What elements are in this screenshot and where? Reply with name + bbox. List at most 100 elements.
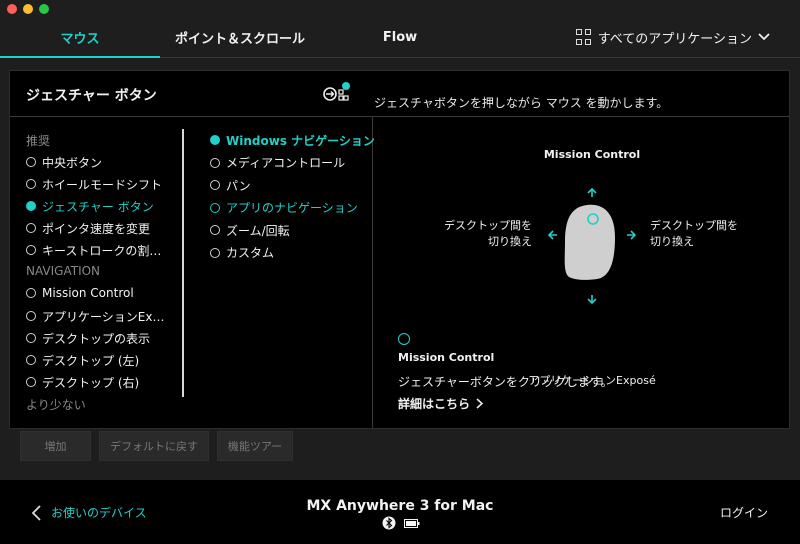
radio-icon bbox=[26, 377, 36, 387]
radio-icon bbox=[26, 245, 36, 255]
list-item-label: デスクトップの表示 bbox=[42, 331, 151, 346]
mode-pan[interactable]: パン bbox=[210, 174, 375, 197]
mode-label: アプリのナビゲーション bbox=[226, 201, 358, 216]
arrow-down-icon bbox=[587, 295, 597, 305]
device-status-icons bbox=[382, 516, 420, 530]
radio-selected-icon bbox=[210, 135, 220, 146]
tab-mouse[interactable]: マウス bbox=[0, 16, 160, 58]
list-item-label: ポインタ速度を変更 bbox=[42, 221, 151, 236]
mode-label: カスタム bbox=[226, 246, 275, 261]
arrow-right-icon bbox=[627, 230, 637, 240]
list-item-pointer-speed[interactable]: ポインタ速度を変更 bbox=[26, 217, 186, 239]
chevron-down-icon bbox=[758, 33, 770, 41]
restore-defaults-button[interactable]: デフォルトに戻す bbox=[99, 431, 209, 461]
list-item-label: キーストロークの割… bbox=[42, 243, 162, 258]
feature-tour-button[interactable]: 機能ツアー bbox=[217, 431, 293, 461]
mode-label: パン bbox=[226, 178, 251, 193]
gesture-button-icon bbox=[323, 82, 350, 101]
mode-app-navigation[interactable]: アプリのナビゲーション bbox=[210, 197, 375, 220]
radio-icon bbox=[210, 225, 220, 236]
login-link[interactable]: ログイン bbox=[720, 504, 768, 521]
device-name: MX Anywhere 3 for Mac bbox=[306, 498, 494, 514]
radio-icon bbox=[210, 202, 220, 213]
radio-icon bbox=[210, 247, 220, 258]
list-item-desktop-right[interactable]: デスクトップ (右) bbox=[26, 371, 186, 393]
gesture-right-label: デスクトップ間を 切り換え bbox=[650, 218, 770, 250]
list-item-label: アプリケーションEx… bbox=[42, 309, 165, 324]
battery-icon bbox=[404, 518, 420, 528]
radio-icon bbox=[210, 157, 220, 168]
zoom-window-button[interactable] bbox=[39, 4, 49, 14]
list-item-label: ホイールモードシフト bbox=[42, 177, 163, 192]
learn-more-label: 詳細はこちら bbox=[398, 397, 471, 411]
list-item-app-expose[interactable]: アプリケーションEx… bbox=[26, 305, 186, 327]
mode-label: Windows ナビゲーション bbox=[226, 133, 375, 148]
gesture-left-label: デスクトップ間を 切り換え bbox=[412, 218, 532, 250]
active-tab-indicator bbox=[0, 56, 160, 58]
window-controls bbox=[7, 4, 49, 14]
list-item-keystroke-assignment[interactable]: キーストロークの割… bbox=[26, 239, 186, 261]
gesture-left-label-line1: デスクトップ間を bbox=[444, 219, 532, 232]
mode-label: メディアコントロール bbox=[226, 156, 346, 171]
radio-icon bbox=[26, 311, 36, 321]
mouse-illustration bbox=[547, 187, 637, 305]
footer-bar: お使いのデバイス MX Anywhere 3 for Mac ログイン bbox=[0, 480, 800, 544]
mode-custom[interactable]: カスタム bbox=[210, 242, 375, 265]
button-assignment-panel: ジェスチャー ボタン ジェスチャボタンを押しながら マウス を動かします。 推奨… bbox=[9, 70, 790, 429]
list-scrollbar[interactable] bbox=[182, 129, 184, 397]
list-item-label: 中央ボタン bbox=[42, 155, 103, 170]
list-item-desktop-left[interactable]: デスクトップ (左) bbox=[26, 349, 186, 371]
list-item-show-desktop[interactable]: デスクトップの表示 bbox=[26, 327, 186, 349]
mode-zoom-rotate[interactable]: ズーム/回転 bbox=[210, 219, 375, 242]
section-label-navigation: NAVIGATION bbox=[26, 264, 101, 278]
radio-icon bbox=[26, 355, 36, 365]
list-item-mission-control[interactable]: Mission Control bbox=[26, 281, 186, 305]
gesture-up-label: Mission Control bbox=[543, 148, 641, 161]
grid-icon bbox=[575, 29, 592, 45]
list-item-label: ジェスチャー ボタン bbox=[42, 199, 154, 214]
panel-header: ジェスチャー ボタン ジェスチャボタンを押しながら マウス を動かします。 bbox=[10, 71, 789, 117]
list-item-gesture-button[interactable]: ジェスチャー ボタン bbox=[26, 195, 186, 217]
click-action-title: Mission Control bbox=[398, 351, 495, 364]
show-less-link[interactable]: より少ない bbox=[26, 395, 186, 415]
mode-windows-navigation[interactable]: Windows ナビゲーション bbox=[210, 129, 375, 152]
bluetooth-icon bbox=[382, 516, 396, 530]
action-category-list: 推奨 中央ボタン ホイールモードシフト ジェスチャー ボタン ポインタ速度を変更… bbox=[26, 131, 186, 415]
arrow-left-icon bbox=[547, 230, 557, 240]
add-button[interactable]: 増加 bbox=[20, 431, 91, 461]
chevron-right-icon bbox=[476, 398, 484, 409]
click-action-description: ジェスチャーボタンをクリックします。 bbox=[398, 375, 613, 389]
radio-icon bbox=[26, 288, 36, 298]
panel-title: ジェスチャー ボタン bbox=[26, 88, 157, 104]
top-tab-bar: マウス ポイント＆スクロール Flow すべてのアプリケーション bbox=[0, 16, 800, 58]
radio-icon bbox=[210, 180, 220, 191]
application-selector[interactable]: すべてのアプリケーション bbox=[575, 16, 770, 58]
gesture-right-label-line1: デスクトップ間を bbox=[650, 219, 738, 232]
learn-more-link[interactable]: 詳細はこちら bbox=[398, 395, 484, 412]
radio-icon bbox=[26, 179, 36, 189]
close-window-button[interactable] bbox=[7, 4, 17, 14]
section-label-recommended: 推奨 bbox=[26, 134, 51, 148]
panel-description: ジェスチャボタンを押しながら マウス を動かします。 bbox=[374, 96, 669, 110]
list-item-wheel-mode-shift[interactable]: ホイールモードシフト bbox=[26, 173, 186, 195]
gesture-left-label-line2: 切り換え bbox=[488, 235, 532, 248]
list-item-label: Mission Control bbox=[42, 286, 134, 300]
list-item-label: デスクトップ (右) bbox=[42, 375, 140, 390]
tab-point-scroll[interactable]: ポイント＆スクロール bbox=[160, 16, 320, 58]
radio-icon bbox=[26, 333, 36, 343]
gesture-mode-list: Windows ナビゲーション メディアコントロール パン アプリのナビゲーショ… bbox=[210, 129, 375, 264]
mode-media-control[interactable]: メディアコントロール bbox=[210, 152, 375, 175]
minimize-window-button[interactable] bbox=[23, 4, 33, 14]
application-selector-label: すべてのアプリケーション bbox=[597, 31, 752, 47]
gesture-diagram: Mission Control デスクトップ間を 切り換え デスクトップ間を 切… bbox=[382, 117, 788, 428]
arrow-up-icon bbox=[587, 187, 597, 197]
mode-label: ズーム/回転 bbox=[226, 223, 290, 238]
radio-icon bbox=[26, 223, 36, 233]
list-item-middle-button[interactable]: 中央ボタン bbox=[26, 151, 186, 173]
radio-selected-icon bbox=[26, 201, 36, 211]
tab-flow[interactable]: Flow bbox=[320, 16, 480, 58]
click-indicator-icon bbox=[398, 333, 410, 345]
gesture-right-label-line2: 切り換え bbox=[650, 235, 694, 248]
list-item-label: デスクトップ (左) bbox=[42, 353, 140, 368]
radio-icon bbox=[26, 157, 36, 167]
